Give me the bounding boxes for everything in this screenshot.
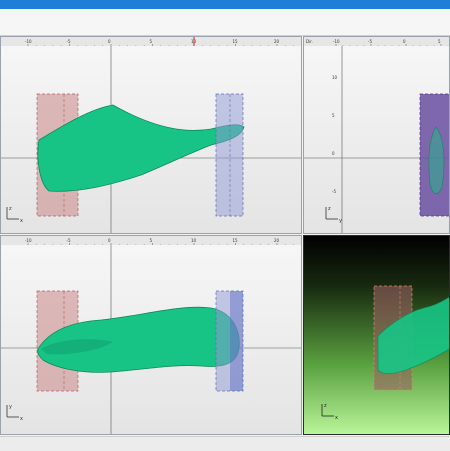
side-ruler-label: 5 — [332, 113, 335, 118]
ruler-corner-label: Dir. — [306, 39, 313, 44]
axis-gizmo: z x — [6, 206, 23, 224]
side-ruler-label: 10 — [332, 75, 338, 80]
axis-label-y: y — [339, 218, 342, 224]
axis-gizmo: z x — [321, 403, 338, 421]
viewport-perspective[interactable]: z x — [303, 235, 450, 435]
ruler-tick-label: -5 — [67, 238, 71, 243]
right-view-canvas: -10 -5 0 5 Dir. 10 5 0 -5 z y — [304, 37, 449, 233]
viewport-right[interactable]: -10 -5 0 5 Dir. 10 5 0 -5 z y — [303, 36, 450, 234]
toolbar-area — [0, 9, 450, 36]
toe-box-inner — [230, 291, 243, 391]
ruler-tick-label: -5 — [368, 39, 372, 44]
front-view-canvas: -10-505101520 z x — [1, 37, 301, 233]
perspective-view-canvas: z x — [321, 285, 449, 421]
axis-gizmo: y x — [6, 404, 23, 422]
ruler-tick-label: 15 — [233, 39, 239, 44]
axis-label-z: z — [328, 206, 331, 212]
axis-label-z: z — [324, 403, 327, 409]
window-title-bar — [0, 0, 450, 9]
side-ruler-label: -5 — [332, 189, 336, 194]
ruler-tick-label: -10 — [333, 39, 340, 44]
axis-label-x: x — [20, 416, 23, 422]
ruler-tick-label: -10 — [25, 39, 32, 44]
ruler-tick-label: -10 — [25, 238, 32, 243]
side-ruler-label: 0 — [332, 151, 335, 156]
axis-label-z: z — [9, 206, 12, 212]
viewport-top[interactable]: -10 -5 0 5 10 15 20 y x — [0, 235, 302, 435]
axis-label-x: x — [335, 415, 338, 421]
ruler-bar — [304, 37, 449, 46]
viewport-front[interactable]: -10-505101520 z x — [0, 36, 302, 234]
ruler-tick-label: 20 — [274, 238, 280, 243]
side-ruler-ticks: 10 5 0 -5 — [332, 75, 338, 194]
ruler-tick-label: 20 — [274, 39, 280, 44]
ruler-tick-label: -5 — [67, 39, 71, 44]
axis-label-x: x — [20, 218, 23, 224]
axis-gizmo: z y — [325, 206, 342, 224]
status-bar — [0, 436, 450, 451]
ruler-tick-label: 10 — [191, 238, 197, 243]
axis-label-y: y — [9, 404, 12, 410]
toe-bounding-box[interactable] — [215, 93, 244, 217]
ruler-tick-label: 15 — [233, 238, 239, 243]
top-view-canvas: -10 -5 0 5 10 15 20 y x — [1, 236, 301, 434]
